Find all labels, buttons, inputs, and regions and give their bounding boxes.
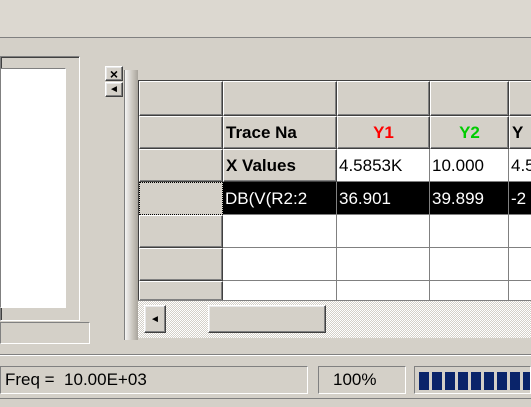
- selected-value-y1[interactable]: 36.901: [337, 182, 430, 215]
- collapse-left-button[interactable]: ◄: [105, 82, 123, 97]
- close-icon: ×: [109, 65, 119, 82]
- grid-cell[interactable]: [509, 281, 531, 301]
- status-divider: [0, 354, 531, 356]
- trace-expression[interactable]: DB(V(R2:2: [223, 182, 337, 215]
- close-button[interactable]: ×: [105, 65, 123, 82]
- row-header[interactable]: [139, 116, 223, 149]
- x-value-y2[interactable]: 10.000: [430, 149, 509, 182]
- grid-cell[interactable]: [223, 248, 337, 281]
- selected-value-y2[interactable]: 39.899: [430, 182, 509, 215]
- scroll-left-button[interactable]: ◄: [144, 305, 166, 333]
- x-values-label: X Values: [223, 149, 337, 182]
- trace-y3[interactable]: Y: [509, 116, 531, 149]
- grid-cell[interactable]: [223, 215, 337, 248]
- grid-cell[interactable]: [337, 215, 430, 248]
- selected-value-y3[interactable]: -2: [509, 182, 531, 215]
- toolbar-band: [0, 0, 531, 38]
- splitter-bar[interactable]: [124, 70, 138, 340]
- grid-cell[interactable]: [509, 215, 531, 248]
- bottom-strip: [0, 398, 531, 407]
- col-header-label[interactable]: [223, 81, 337, 116]
- row-header[interactable]: [139, 215, 223, 248]
- x-value-y1[interactable]: 4.5853K: [337, 149, 430, 182]
- status-freq-pane: Freq = 10.00E+03: [0, 366, 308, 394]
- data-grid[interactable]: Trace Na Y1 Y2 Y X Values 4.5853K 10.000…: [138, 80, 531, 301]
- grid-corner-header[interactable]: [139, 81, 223, 116]
- trace-y2[interactable]: Y2: [430, 116, 509, 149]
- grid-cell[interactable]: [430, 248, 509, 281]
- row-header-selected[interactable]: [139, 182, 223, 215]
- grid-cell[interactable]: [430, 215, 509, 248]
- progress-bar: [414, 366, 531, 394]
- col-header-y3[interactable]: [509, 81, 531, 116]
- grid-cell[interactable]: [509, 248, 531, 281]
- col-header-y1[interactable]: [337, 81, 430, 116]
- arrow-left-icon: ◄: [109, 84, 119, 95]
- col-header-y2[interactable]: [430, 81, 509, 116]
- row-header[interactable]: [139, 248, 223, 281]
- grid-cell[interactable]: [430, 281, 509, 301]
- grid-cell[interactable]: [337, 248, 430, 281]
- scroll-thumb[interactable]: [208, 305, 326, 333]
- grid-cell[interactable]: [337, 281, 430, 301]
- x-value-y3[interactable]: 4.5: [509, 149, 531, 182]
- row-header[interactable]: [139, 281, 223, 301]
- status-zoom-pane: 100%: [318, 366, 406, 394]
- left-panel-content[interactable]: [0, 68, 66, 308]
- trace-name-label: Trace Na: [223, 116, 337, 149]
- trace-y1[interactable]: Y1: [337, 116, 430, 149]
- horizontal-scrollbar[interactable]: ◄: [138, 300, 531, 338]
- status-zoom: 100%: [333, 370, 377, 389]
- row-header[interactable]: [139, 149, 223, 182]
- left-panel-footer: [0, 322, 90, 344]
- grid-cell[interactable]: [223, 281, 337, 301]
- status-freq: Freq = 10.00E+03: [5, 370, 147, 389]
- arrow-left-icon: ◄: [150, 313, 160, 325]
